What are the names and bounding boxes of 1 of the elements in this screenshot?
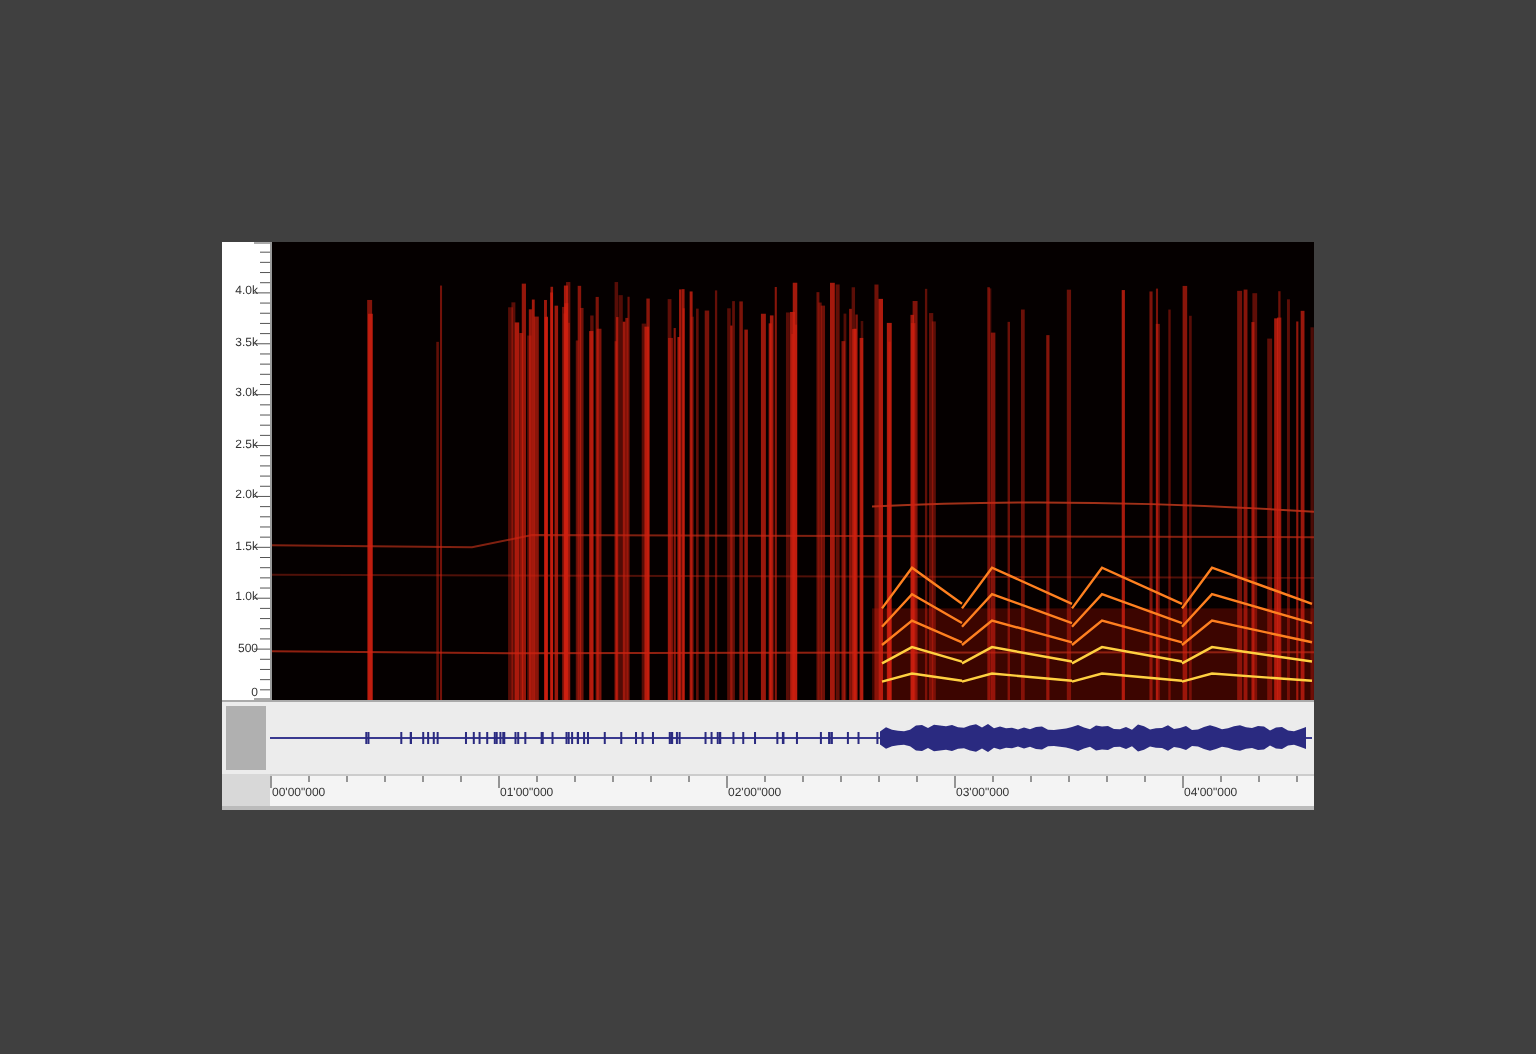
scroll-handle[interactable] [226, 706, 266, 770]
